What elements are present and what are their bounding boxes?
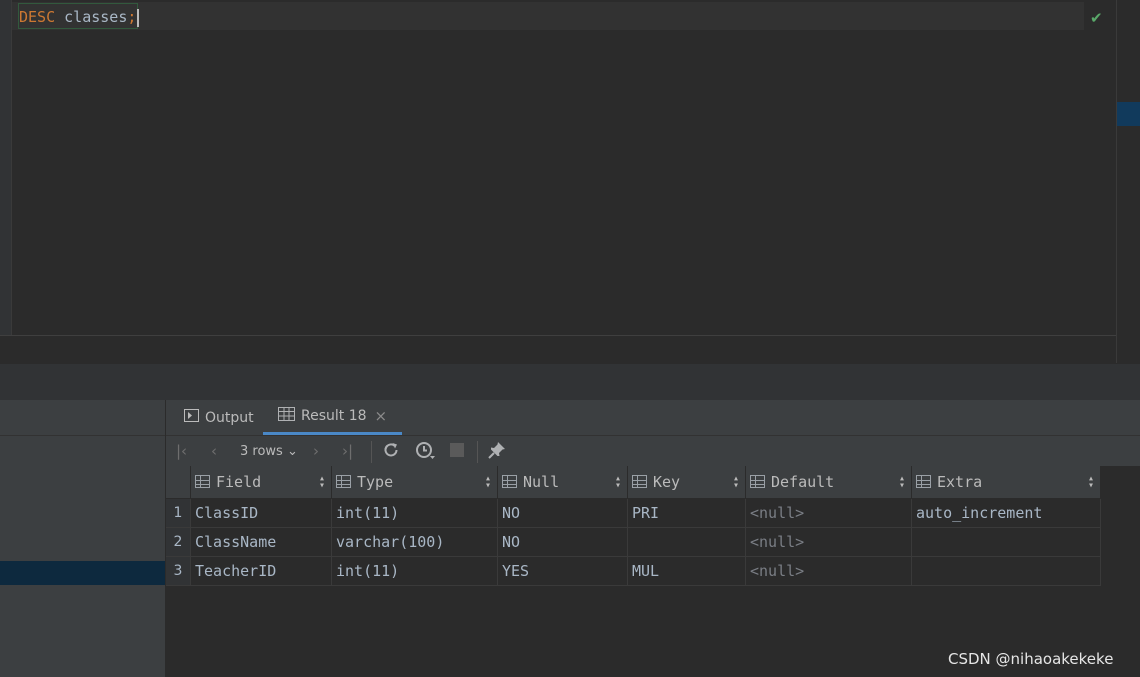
sort-icon[interactable]: ▴ ▾ — [319, 474, 325, 491]
text-caret — [137, 8, 140, 27]
prev-page-icon[interactable]: ‹ — [211, 442, 217, 460]
sql-table-name: classes — [64, 8, 128, 26]
column-header-type[interactable]: Type ▴ ▾ — [331, 466, 498, 499]
tab-result-label: Result 18 — [301, 408, 367, 424]
column-icon — [336, 475, 351, 488]
cell-key[interactable]: MUL — [627, 556, 746, 586]
column-icon — [195, 475, 210, 488]
watermark: CSDN @nihaoakekeke — [948, 650, 1114, 668]
editor-scrollbar[interactable] — [1116, 0, 1140, 363]
sql-editor[interactable]: DESC classes; ✔ — [0, 0, 1116, 335]
column-icon — [632, 475, 647, 488]
column-header-null[interactable]: Null ▴ ▾ — [497, 466, 628, 499]
cell-null[interactable]: NO — [497, 527, 628, 557]
result-tabs: Output Result 18 × — [166, 400, 1140, 436]
cell-field[interactable]: ClassID — [190, 498, 332, 528]
cell-null[interactable]: YES — [497, 556, 628, 586]
result-grid-area: Field ▴ ▾ Type ▴ ▾ Null ▴ ▾ Key ▴ ▾ Default ▴ ▾ Ex… — [166, 466, 1140, 677]
column-header-label: Field — [216, 473, 262, 491]
close-icon[interactable]: × — [375, 407, 388, 425]
sort-icon[interactable]: ▴ ▾ — [733, 474, 739, 491]
table-row[interactable]: 3 TeacherID int(11) YES MUL <null> — [166, 556, 1101, 586]
editor-bottom-bar — [0, 335, 1116, 364]
sql-keyword: DESC — [19, 8, 56, 26]
column-icon — [916, 475, 931, 488]
services-header — [0, 400, 165, 436]
rows-count-dropdown[interactable]: 3 rows ⌄ — [240, 444, 298, 459]
row-number[interactable]: 2 — [166, 527, 191, 557]
services-panel — [0, 400, 166, 677]
table-row[interactable]: 2 ClassName varchar(100) NO <null> — [166, 527, 1101, 557]
cell-extra[interactable] — [911, 527, 1101, 557]
column-header-label: Key — [653, 473, 681, 491]
cell-type[interactable]: int(11) — [331, 498, 498, 528]
sort-icon[interactable]: ▴ ▾ — [485, 474, 491, 491]
cell-key[interactable] — [627, 527, 746, 557]
column-header-label: Extra — [937, 473, 983, 491]
column-icon — [750, 475, 765, 488]
reload-icon[interactable] — [382, 441, 400, 463]
history-icon[interactable] — [415, 441, 437, 465]
console-icon — [184, 409, 199, 426]
stop-icon[interactable] — [450, 443, 464, 461]
toolbar-separator — [371, 441, 372, 463]
sort-icon[interactable]: ▴ ▾ — [899, 474, 905, 491]
cell-field[interactable]: TeacherID — [190, 556, 332, 586]
next-page-icon[interactable]: › — [313, 442, 319, 460]
toolbar-separator — [477, 441, 478, 463]
cell-type[interactable]: int(11) — [331, 556, 498, 586]
sql-terminator: ; — [127, 8, 137, 26]
table-row[interactable]: 1 ClassID int(11) NO PRI <null> auto_inc… — [166, 498, 1101, 528]
cell-type[interactable]: varchar(100) — [331, 527, 498, 557]
result-grid: Field ▴ ▾ Type ▴ ▾ Null ▴ ▾ Key ▴ ▾ Default ▴ ▾ Ex… — [166, 466, 1101, 586]
column-header-label: Null — [523, 473, 560, 491]
cell-default[interactable]: <null> — [745, 498, 912, 528]
column-header-extra[interactable]: Extra ▴ ▾ — [911, 466, 1101, 499]
sort-icon[interactable]: ▴ ▾ — [1088, 474, 1094, 491]
services-selected-item[interactable] — [0, 561, 165, 585]
cell-extra[interactable] — [911, 556, 1101, 586]
result-toolbar: |‹ ‹ 3 rows ⌄ › ›| — [166, 436, 1140, 466]
editor-gutter — [0, 0, 12, 335]
cell-field[interactable]: ClassName — [190, 527, 332, 557]
scrollbar-marker — [1117, 102, 1140, 126]
current-line-highlight — [12, 2, 1084, 30]
sort-icon[interactable]: ▴ ▾ — [615, 474, 621, 491]
table-icon — [278, 407, 295, 425]
tab-output-label: Output — [205, 409, 254, 426]
column-icon — [502, 475, 517, 488]
row-number[interactable]: 1 — [166, 498, 191, 528]
grid-header-row: Field ▴ ▾ Type ▴ ▾ Null ▴ ▾ Key ▴ ▾ Default ▴ ▾ Ex… — [166, 466, 1101, 499]
tab-result[interactable]: Result 18 × — [263, 400, 403, 435]
sql-statement[interactable]: DESC classes; — [19, 6, 140, 28]
column-header-label: Type — [357, 473, 394, 491]
column-header-label: Default — [771, 473, 835, 491]
panel-splitter[interactable] — [0, 363, 1140, 401]
column-header-default[interactable]: Default ▴ ▾ — [745, 466, 912, 499]
chevron-down-icon: ⌄ — [286, 444, 298, 459]
first-page-icon[interactable]: |‹ — [176, 442, 187, 460]
cell-key[interactable]: PRI — [627, 498, 746, 528]
column-header-key[interactable]: Key ▴ ▾ — [627, 466, 746, 499]
cell-null[interactable]: NO — [497, 498, 628, 528]
cell-extra[interactable]: auto_increment — [911, 498, 1101, 528]
check-icon: ✔ — [1090, 9, 1103, 27]
column-header-field[interactable]: Field ▴ ▾ — [190, 466, 332, 499]
tab-output[interactable]: Output — [184, 400, 254, 435]
last-page-icon[interactable]: ›| — [342, 442, 353, 460]
pin-icon[interactable] — [488, 441, 506, 463]
cell-default[interactable]: <null> — [745, 556, 912, 586]
rows-count-label: 3 rows — [240, 444, 283, 459]
cell-default[interactable]: <null> — [745, 527, 912, 557]
row-number[interactable]: 3 — [166, 556, 191, 586]
row-number-header — [166, 466, 191, 499]
